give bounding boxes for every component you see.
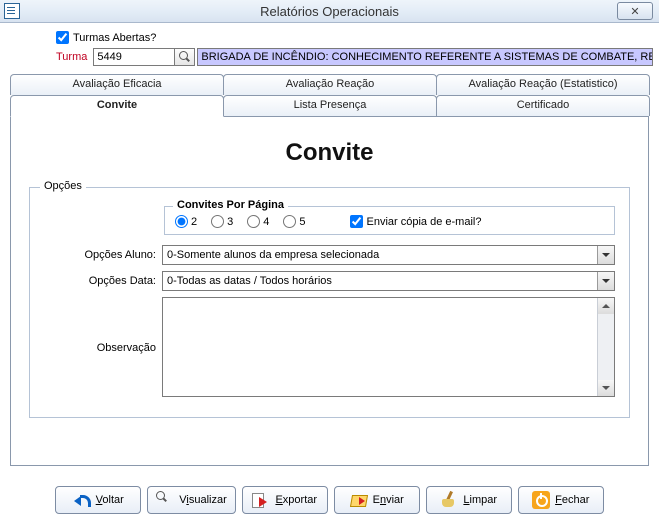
tabs: Avaliação Eficacia Avaliação Reação Aval… [10, 74, 649, 466]
titlebar: Relatórios Operacionais ✕ [0, 0, 659, 23]
tab-row-bottom: Convite Lista Presença Certificado [10, 95, 649, 116]
turma-description: BRIGADA DE INCÊNDIO: CONHECIMENTO REFERE… [197, 48, 653, 66]
exportar-label: Exportar [275, 494, 317, 506]
exportar-button[interactable]: Exportar [242, 486, 328, 514]
turma-input[interactable] [93, 48, 175, 66]
button-bar: Voltar Visualizar Exportar Enviar Limpar… [0, 486, 659, 514]
tab-avaliacao-eficacia[interactable]: Avaliação Eficacia [10, 74, 224, 95]
tab-convite[interactable]: Convite [10, 95, 224, 117]
visualizar-button[interactable]: Visualizar [147, 486, 236, 514]
turma-search-button[interactable] [175, 48, 195, 66]
opcoes-group: Opções Convites Por Página 2 3 4 5 Envia… [29, 187, 630, 418]
limpar-label: Limpar [463, 494, 497, 506]
content-area: Turmas Abertas? Turma BRIGADA DE INCÊNDI… [0, 23, 659, 470]
power-icon [532, 491, 550, 509]
per-page-option-4[interactable]: 4 [247, 215, 269, 228]
per-page-option-2[interactable]: 2 [175, 215, 197, 228]
convites-por-pagina-group: Convites Por Página 2 3 4 5 Enviar cópia… [164, 206, 615, 235]
back-icon [73, 491, 91, 509]
per-page-option-5[interactable]: 5 [283, 215, 305, 228]
enviar-button[interactable]: Enviar [334, 486, 420, 514]
scroll-up-icon[interactable] [598, 298, 614, 314]
opcoes-data-row: Opções Data: 0-Todas as datas / Todos ho… [44, 271, 615, 291]
tab-lista-presenca[interactable]: Lista Presença [223, 95, 437, 116]
window: Relatórios Operacionais ✕ Turmas Abertas… [0, 0, 659, 522]
opcoes-aluno-value: 0-Somente alunos da empresa selecionada [167, 249, 379, 261]
window-title: Relatórios Operacionais [0, 4, 659, 19]
opcoes-data-combo[interactable]: 0-Todas as datas / Todos horários [162, 271, 615, 291]
scroll-down-icon[interactable] [598, 380, 614, 396]
chevron-down-icon [597, 246, 614, 264]
turmas-abertas-row: Turmas Abertas? [56, 31, 653, 44]
convites-por-pagina-legend: Convites Por Página [173, 199, 288, 211]
observacao-row: Observação [44, 297, 615, 397]
observacao-label: Observação [44, 340, 156, 354]
search-icon [156, 491, 174, 509]
opcoes-aluno-combo[interactable]: 0-Somente alunos da empresa selecionada [162, 245, 615, 265]
fechar-button[interactable]: Fechar [518, 486, 604, 514]
enviar-label: Enviar [373, 494, 404, 506]
opcoes-aluno-label: Opções Aluno: [44, 249, 156, 261]
send-icon [350, 491, 368, 509]
tab-certificado[interactable]: Certificado [436, 95, 650, 116]
opcoes-data-value: 0-Todas as datas / Todos horários [167, 275, 332, 287]
observacao-textarea[interactable] [162, 297, 615, 397]
per-page-option-3[interactable]: 3 [211, 215, 233, 228]
close-icon: ✕ [630, 5, 639, 18]
opcoes-data-label: Opções Data: [44, 275, 156, 287]
voltar-label: Voltar [96, 494, 124, 506]
tab-avaliacao-reacao-estatistico[interactable]: Avaliação Reação (Estatistico) [436, 74, 650, 95]
turma-label: Turma [56, 51, 87, 63]
turma-row: Turma BRIGADA DE INCÊNDIO: CONHECIMENTO … [56, 48, 653, 66]
tab-avaliacao-reacao[interactable]: Avaliação Reação [223, 74, 437, 95]
export-icon [252, 491, 270, 509]
observacao-scrollbar[interactable] [597, 298, 614, 396]
limpar-button[interactable]: Limpar [426, 486, 512, 514]
turmas-abertas-label: Turmas Abertas? [73, 32, 156, 44]
panel-title: Convite [29, 139, 630, 167]
clear-icon [440, 491, 458, 509]
turmas-abertas-checkbox[interactable] [56, 31, 69, 44]
search-icon [179, 51, 191, 63]
email-copy-label: Enviar cópia de e-mail? [367, 216, 482, 228]
opcoes-aluno-row: Opções Aluno: 0-Somente alunos da empres… [44, 245, 615, 265]
chevron-down-icon [597, 272, 614, 290]
window-close-button[interactable]: ✕ [617, 2, 653, 20]
email-copy-checkbox-wrap[interactable]: Enviar cópia de e-mail? [350, 215, 482, 228]
email-copy-checkbox[interactable] [350, 215, 363, 228]
fechar-label: Fechar [555, 494, 589, 506]
opcoes-legend: Opções [40, 180, 86, 192]
visualizar-label: Visualizar [179, 494, 227, 506]
tab-panel-convite: Convite Opções Convites Por Página 2 3 4… [10, 116, 649, 466]
voltar-button[interactable]: Voltar [55, 486, 141, 514]
tab-row-top: Avaliação Eficacia Avaliação Reação Aval… [10, 74, 649, 95]
